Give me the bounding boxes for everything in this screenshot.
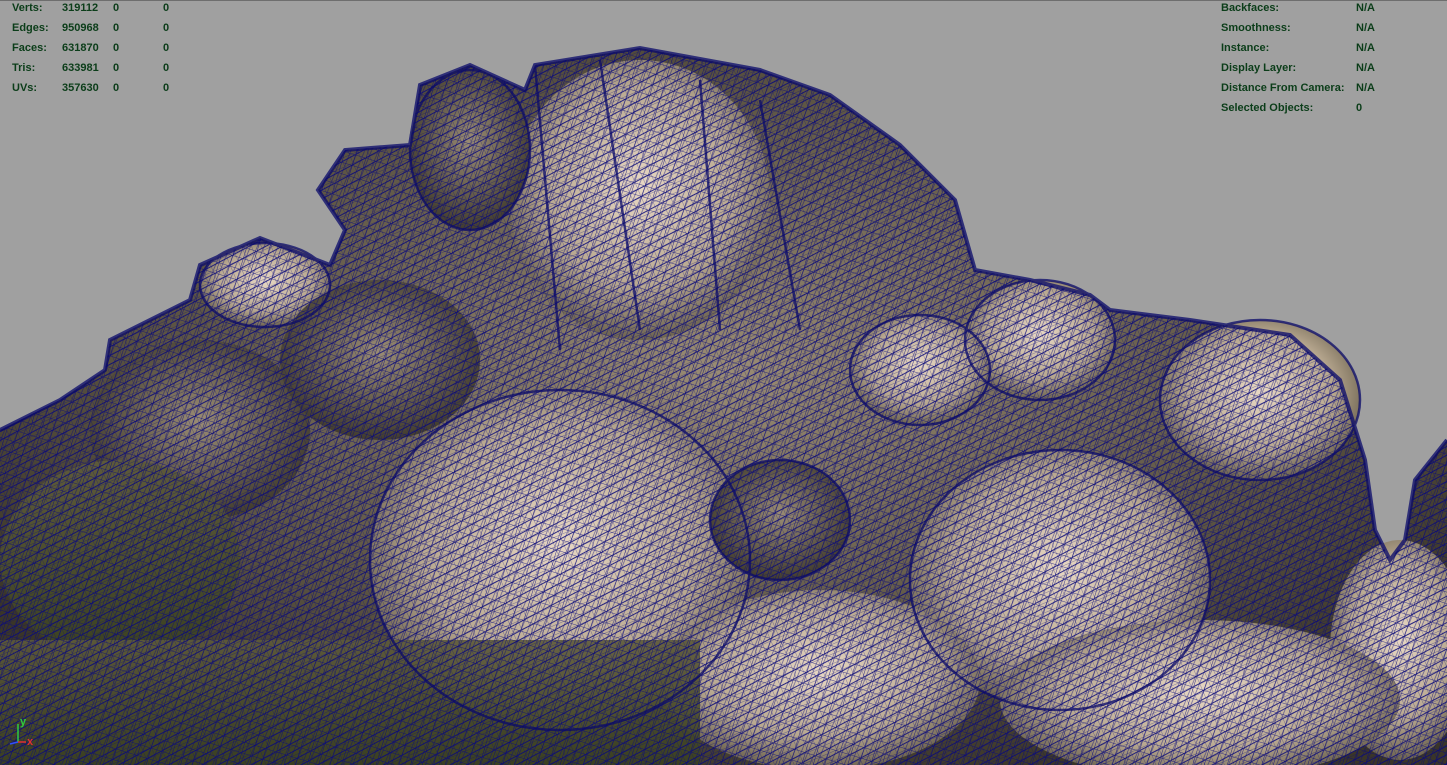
selected-objects-label: Selected Objects: <box>1221 102 1314 114</box>
object-details-hud: Backfaces: N/A Smoothness: N/A Instance:… <box>1221 1 1421 121</box>
faces-value-components: 0 <box>163 42 170 54</box>
uvs-value-total: 357630 <box>62 82 99 94</box>
distance-from-camera-value: N/A <box>1356 82 1375 94</box>
edges-value-selected: 0 <box>113 22 120 34</box>
faces-value-selected: 0 <box>113 42 120 54</box>
uvs-value-selected: 0 <box>113 82 120 94</box>
edges-label: Edges: <box>12 22 49 34</box>
instance-value: N/A <box>1356 42 1375 54</box>
tris-label: Tris: <box>12 62 36 74</box>
display-layer-value: N/A <box>1356 62 1375 74</box>
axis-gizmo-icon: y x <box>9 716 34 748</box>
x-axis-label: x <box>27 736 34 748</box>
backfaces-value: N/A <box>1356 2 1375 14</box>
verts-value-selected: 0 <box>113 2 120 14</box>
verts-label: Verts: <box>12 2 43 14</box>
verts-value-total: 319112 <box>62 2 99 14</box>
uvs-value-components: 0 <box>163 82 170 94</box>
smoothness-value: N/A <box>1356 22 1375 34</box>
instance-label: Instance: <box>1221 42 1270 54</box>
axis-gizmo: y x <box>6 714 46 754</box>
tris-value-selected: 0 <box>113 62 120 74</box>
faces-value-total: 631870 <box>62 42 99 54</box>
tris-value-total: 633981 <box>62 62 99 74</box>
poly-count-hud: Verts: 319112 0 0 Edges: 950968 0 0 Face… <box>12 1 202 101</box>
display-layer-label: Display Layer: <box>1221 62 1297 74</box>
backfaces-label: Backfaces: <box>1221 2 1280 14</box>
smoothness-label: Smoothness: <box>1221 22 1291 34</box>
z-axis-line <box>9 741 19 745</box>
edges-value-components: 0 <box>163 22 170 34</box>
selected-objects-value: 0 <box>1356 102 1363 114</box>
tris-value-components: 0 <box>163 62 170 74</box>
wireframe-mesh-2 <box>0 48 1447 765</box>
faces-label: Faces: <box>12 42 47 54</box>
edges-value-total: 950968 <box>62 22 99 34</box>
distance-from-camera-label: Distance From Camera: <box>1221 82 1345 94</box>
uvs-label: UVs: <box>12 82 38 94</box>
y-axis-label: y <box>20 716 27 728</box>
verts-value-components: 0 <box>163 2 170 14</box>
